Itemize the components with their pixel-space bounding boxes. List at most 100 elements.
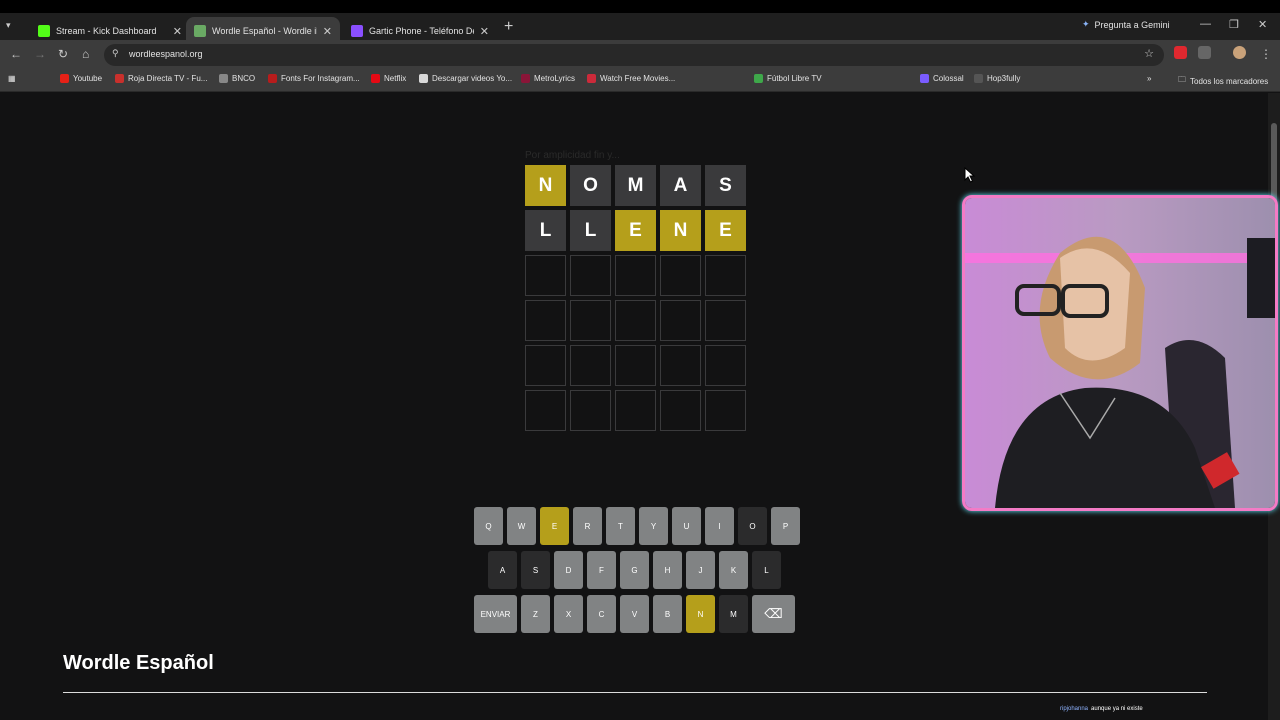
bookmark-item[interactable]: MetroLyrics — [521, 74, 575, 83]
bookmark-star-icon[interactable]: ☆ — [1144, 47, 1154, 60]
more-bookmarks-icon[interactable]: » — [1147, 74, 1151, 83]
forward-icon[interactable]: → — [34, 47, 46, 61]
keyboard-key[interactable]: N — [686, 595, 715, 633]
restore-icon[interactable]: ❐ — [1229, 18, 1239, 31]
board-tile — [660, 390, 701, 431]
site-info-icon[interactable]: ⚲ — [112, 48, 119, 59]
keyboard-key[interactable]: M — [719, 595, 748, 633]
board-tile — [615, 255, 656, 296]
minimize-icon[interactable]: — — [1200, 18, 1211, 30]
board-tile — [705, 300, 746, 341]
bookmark-favicon-icon — [587, 74, 596, 83]
keyboard-key[interactable]: U — [672, 507, 701, 545]
keyboard-key[interactable]: V — [620, 595, 649, 633]
bookmark-favicon-icon — [115, 74, 124, 83]
bookmark-item[interactable]: Fonts For Instagram... — [268, 74, 360, 83]
reload-icon[interactable]: ↻ — [58, 47, 68, 61]
keyboard-key[interactable]: G — [620, 551, 649, 589]
keyboard-key[interactable]: I — [705, 507, 734, 545]
keyboard-key[interactable]: K — [719, 551, 748, 589]
chat-overlay: ripjohanna aunque ya ni existe — [1060, 706, 1143, 712]
bookmark-item[interactable]: Roja Directa TV - Fu... — [115, 74, 207, 83]
bookmark-item[interactable]: Watch Free Movies... — [587, 74, 675, 83]
extension-icon[interactable] — [1174, 46, 1187, 59]
keyboard-key[interactable]: F — [587, 551, 616, 589]
bookmark-label: MetroLyrics — [534, 74, 576, 83]
tab-title: Wordle Español - Wordle ilimitado — [212, 26, 317, 36]
keyboard-key[interactable]: L — [752, 551, 781, 589]
board-tile — [570, 390, 611, 431]
bookmark-item[interactable]: Colossal — [920, 74, 964, 83]
bookmark-label: Hop3fully — [987, 74, 1021, 83]
keyboard-key[interactable]: A — [488, 551, 517, 589]
board-tile: O — [570, 165, 611, 206]
bookmark-label: Youtube — [73, 74, 103, 83]
url-text[interactable]: wordleespanol.org — [129, 49, 203, 59]
address-toolbar: ← → ↻ ⌂ ⚲ wordleespanol.org ☆ — [0, 40, 1280, 70]
board-tile — [570, 300, 611, 341]
bookmark-item[interactable]: Hop3fully — [974, 74, 1020, 83]
bookmark-favicon-icon — [521, 74, 530, 83]
keyboard-key[interactable]: Y — [639, 507, 668, 545]
gemini-button[interactable]: ✦ Pregunta a Gemini — [1082, 19, 1170, 30]
keyboard-key[interactable]: D — [554, 551, 583, 589]
keyboard-key[interactable]: O — [738, 507, 767, 545]
bookmark-favicon-icon — [60, 74, 69, 83]
keyboard-key[interactable]: S — [521, 551, 550, 589]
tab-search-icon[interactable]: ▾ — [6, 20, 11, 31]
board-tile: L — [525, 210, 566, 251]
keyboard-key[interactable]: W — [507, 507, 536, 545]
back-icon[interactable]: ← — [10, 47, 22, 61]
bookmark-favicon-icon — [974, 74, 983, 83]
board-tile: A — [660, 165, 701, 206]
bookmark-item[interactable]: BNCO — [219, 74, 255, 83]
mouse-cursor-icon — [964, 167, 976, 183]
keyboard-key[interactable]: Q — [474, 507, 503, 545]
board-tile — [615, 300, 656, 341]
keyboard-key[interactable]: C — [587, 595, 616, 633]
bookmark-item[interactable]: Descargar videos Yo... — [419, 74, 512, 83]
bookmark-item[interactable]: Youtube — [60, 74, 102, 83]
close-tab-icon[interactable]: ✕ — [323, 25, 332, 38]
bookmark-favicon-icon — [371, 74, 380, 83]
keyboard-key[interactable]: T — [606, 507, 635, 545]
board-tile — [660, 345, 701, 386]
keyboard-key[interactable]: J — [686, 551, 715, 589]
bookmark-item[interactable]: Fútbol Libre TV — [754, 74, 822, 83]
omnibox[interactable]: ⚲ wordleespanol.org ☆ — [104, 44, 1164, 66]
board-tile — [705, 390, 746, 431]
apps-grid-icon[interactable]: ▦ — [8, 74, 16, 83]
keyboard-key[interactable]: P — [771, 507, 800, 545]
backspace-key[interactable]: ⌫ — [752, 595, 795, 633]
extensions-puzzle-icon[interactable] — [1198, 46, 1211, 59]
close-tab-icon[interactable]: ✕ — [480, 25, 489, 38]
home-icon[interactable]: ⌂ — [82, 47, 89, 61]
new-tab-icon[interactable]: + — [504, 18, 513, 36]
enter-key[interactable]: ENVIAR — [474, 595, 517, 633]
keyboard-key[interactable]: H — [653, 551, 682, 589]
all-bookmarks-label: Todos los marcadores — [1190, 76, 1269, 86]
hint-text: Por amplicidad fin y... — [525, 150, 620, 161]
bookmark-label: Descargar videos Yo... — [432, 74, 513, 83]
profile-avatar[interactable] — [1233, 46, 1246, 59]
close-window-icon[interactable]: ✕ — [1258, 18, 1267, 31]
keyboard-key[interactable]: Z — [521, 595, 550, 633]
close-tab-icon[interactable]: ✕ — [173, 25, 182, 38]
board-tile — [615, 345, 656, 386]
board-tile: N — [525, 165, 566, 206]
keyboard-key[interactable]: B — [653, 595, 682, 633]
board-tile: N — [660, 210, 701, 251]
tab-favicon-icon — [351, 25, 363, 37]
keyboard-key[interactable]: R — [573, 507, 602, 545]
tab-favicon-icon — [38, 25, 50, 37]
board-tile: S — [705, 165, 746, 206]
bookmark-label: Roja Directa TV - Fu... — [128, 74, 208, 83]
keyboard-key[interactable]: X — [554, 595, 583, 633]
bookmark-label: Netflix — [384, 74, 407, 83]
board-tile — [570, 345, 611, 386]
all-bookmarks-folder[interactable]: 🗀 Todos los marcadores — [1178, 74, 1268, 88]
keyboard-key[interactable]: E — [540, 507, 569, 545]
bookmark-item[interactable]: Netflix — [371, 74, 406, 83]
board-tile — [525, 300, 566, 341]
menu-dots-icon[interactable]: ⋮ — [1260, 47, 1272, 61]
